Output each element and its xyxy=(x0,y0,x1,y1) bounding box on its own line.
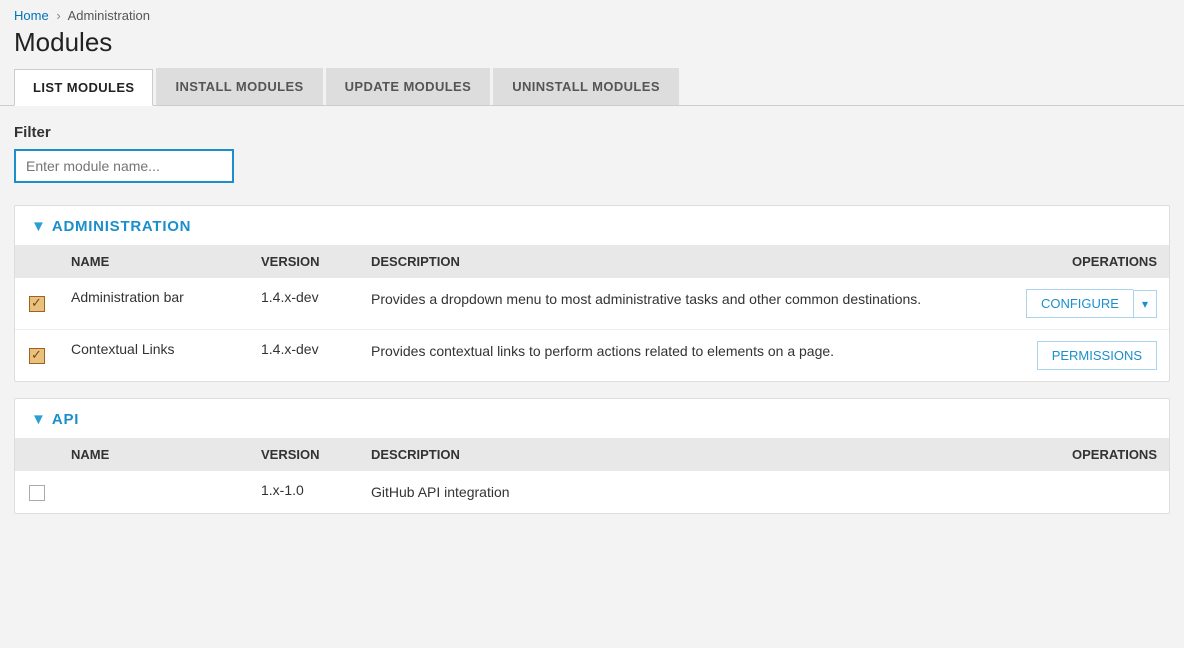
tabs-bar: LIST MODULES INSTALL MODULES UPDATE MODU… xyxy=(0,68,1184,106)
filter-input[interactable] xyxy=(14,149,234,183)
module-description: GitHub API integration xyxy=(371,484,510,500)
module-operations-cell: PERMISSIONS xyxy=(1009,330,1169,382)
tab-install-modules[interactable]: INSTALL MODULES xyxy=(156,68,322,105)
section-administration-header: ▼ ADMINISTRATION xyxy=(15,206,1169,245)
section-administration: ▼ ADMINISTRATION NAME VERSION DESCRIPTIO… xyxy=(14,205,1170,382)
module-description: Provides a dropdown menu to most adminis… xyxy=(371,291,921,307)
module-name: Contextual Links xyxy=(71,341,175,357)
section-administration-title: ADMINISTRATION xyxy=(52,218,191,235)
module-version: 1.4.x-dev xyxy=(261,289,319,305)
breadcrumb-home-link[interactable]: Home xyxy=(14,8,49,23)
module-operations-cell: CONFIGURE▾ xyxy=(1009,278,1169,330)
permissions-button[interactable]: PERMISSIONS xyxy=(1037,341,1157,370)
col-header-version: VERSION xyxy=(249,438,359,471)
configure-button[interactable]: CONFIGURE xyxy=(1026,289,1133,318)
module-operations-cell xyxy=(1009,471,1169,513)
api-table-header-row: NAME VERSION DESCRIPTION OPERATIONS xyxy=(15,438,1169,471)
checkbox-icon[interactable] xyxy=(29,296,45,312)
module-description-cell: Provides a dropdown menu to most adminis… xyxy=(359,278,1009,330)
tab-update-modules[interactable]: UPDATE MODULES xyxy=(326,68,491,105)
col-header-check xyxy=(15,438,59,471)
module-version-cell: 1.4.x-dev xyxy=(249,330,359,382)
table-row: Administration bar 1.4.x-dev Provides a … xyxy=(15,278,1169,330)
section-api-title: API xyxy=(52,411,79,428)
breadcrumb-current: Administration xyxy=(68,8,150,23)
module-checkbox-cell xyxy=(15,471,59,513)
col-header-description: DESCRIPTION xyxy=(359,438,1009,471)
configure-dropdown-button[interactable]: ▾ xyxy=(1133,290,1157,318)
module-name: Administration bar xyxy=(71,289,184,305)
table-row: Contextual Links 1.4.x-dev Provides cont… xyxy=(15,330,1169,382)
administration-modules-table: NAME VERSION DESCRIPTION OPERATIONS Admi… xyxy=(15,245,1169,381)
module-checkbox-cell xyxy=(15,278,59,330)
col-header-name: NAME xyxy=(59,245,249,278)
tab-list-modules[interactable]: LIST MODULES xyxy=(14,69,153,106)
col-header-check xyxy=(15,245,59,278)
section-api-header: ▼ API xyxy=(15,399,1169,438)
section-api: ▼ API NAME VERSION DESCRIPTION OPERATION… xyxy=(14,398,1170,514)
administration-table-header-row: NAME VERSION DESCRIPTION OPERATIONS xyxy=(15,245,1169,278)
page-wrapper: Home › Administration Modules LIST MODUL… xyxy=(0,0,1184,648)
module-checkbox-cell xyxy=(15,330,59,382)
module-description-cell: Provides contextual links to perform act… xyxy=(359,330,1009,382)
col-header-description: DESCRIPTION xyxy=(359,245,1009,278)
tab-uninstall-modules[interactable]: UNINSTALL MODULES xyxy=(493,68,679,105)
module-description-cell: GitHub API integration xyxy=(359,471,1009,513)
filter-label: Filter xyxy=(14,124,1170,141)
module-version: 1.x-1.0 xyxy=(261,482,304,498)
checkbox-icon[interactable] xyxy=(29,348,45,364)
module-name-cell: Contextual Links xyxy=(59,330,249,382)
checkbox-unchecked-icon[interactable] xyxy=(29,485,45,501)
section-api-toggle[interactable]: ▼ xyxy=(31,411,46,428)
main-content: Filter ▼ ADMINISTRATION NAME VERSION DES… xyxy=(0,106,1184,548)
col-header-version: VERSION xyxy=(249,245,359,278)
col-header-name: NAME xyxy=(59,438,249,471)
module-version: 1.4.x-dev xyxy=(261,341,319,357)
module-version-cell: 1.4.x-dev xyxy=(249,278,359,330)
page-title: Modules xyxy=(0,25,1184,68)
api-modules-table: NAME VERSION DESCRIPTION OPERATIONS xyxy=(15,438,1169,513)
module-name-cell: Administration bar xyxy=(59,278,249,330)
col-header-operations: OPERATIONS xyxy=(1009,245,1169,278)
module-name-cell xyxy=(59,471,249,513)
breadcrumb: Home › Administration xyxy=(0,0,1184,25)
module-version-cell: 1.x-1.0 xyxy=(249,471,359,513)
breadcrumb-separator: › xyxy=(56,8,60,23)
table-row: 1.x-1.0 GitHub API integration xyxy=(15,471,1169,513)
module-description: Provides contextual links to perform act… xyxy=(371,343,834,359)
section-administration-toggle[interactable]: ▼ xyxy=(31,218,46,235)
col-header-operations: OPERATIONS xyxy=(1009,438,1169,471)
